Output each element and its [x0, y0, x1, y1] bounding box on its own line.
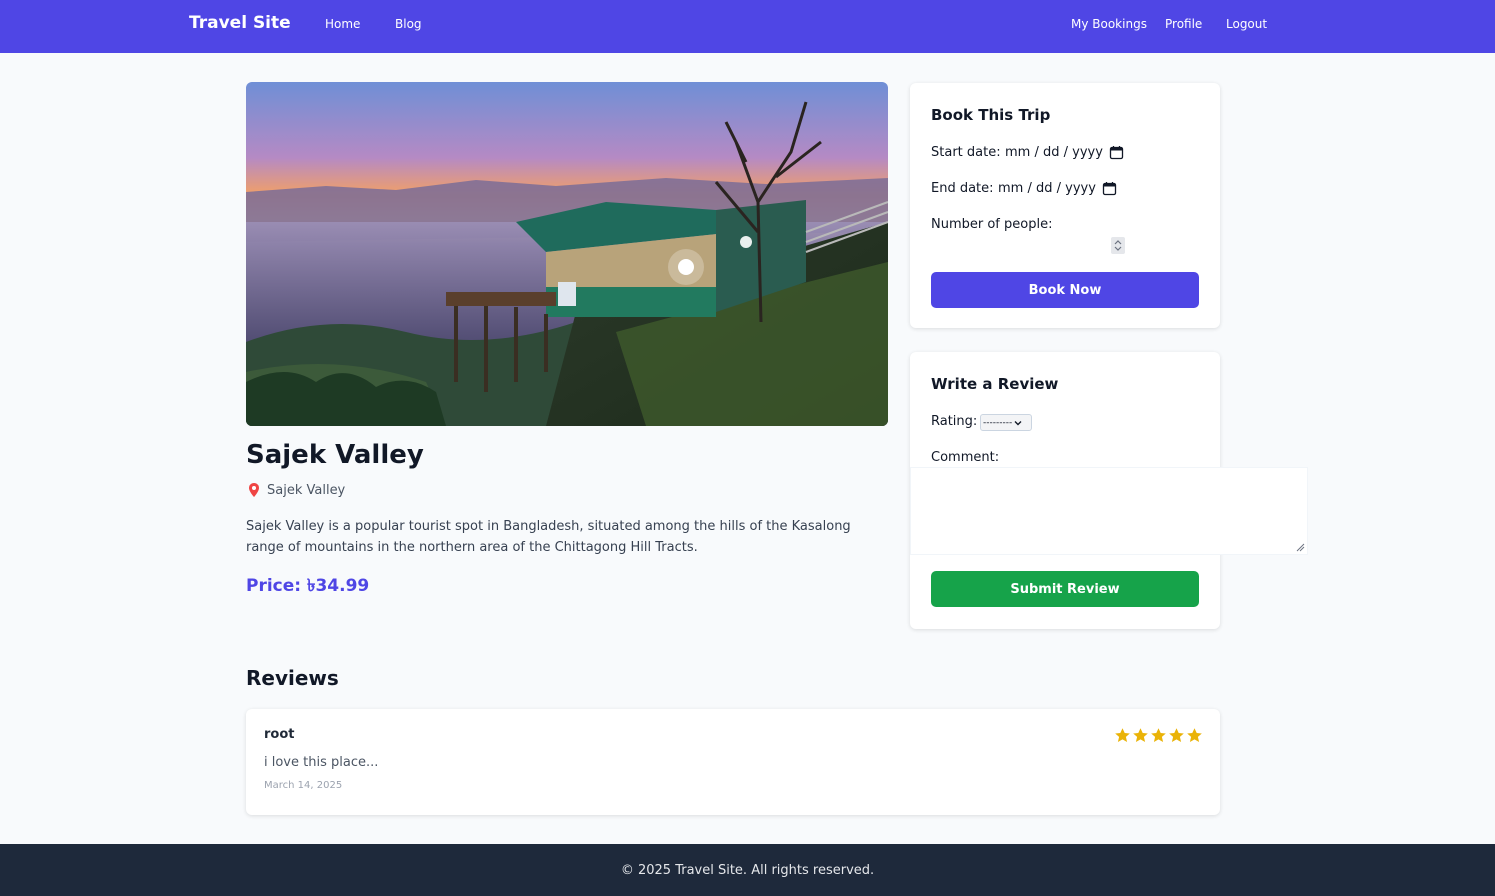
review-form-title: Write a Review	[931, 375, 1059, 393]
nav-link-my-bookings[interactable]: My Bookings	[1071, 17, 1147, 31]
map-pin-icon	[249, 483, 259, 497]
end-date-label: End date:	[931, 181, 994, 196]
navbar: Travel Site Home Blog My Bookings Profil…	[0, 0, 1495, 53]
star-icon	[1133, 728, 1148, 742]
start-date-placeholder: mm / dd / yyyy	[1005, 145, 1103, 160]
rating-select[interactable]: ---------	[980, 414, 1032, 431]
comment-textarea[interactable]	[910, 467, 1308, 555]
calendar-icon[interactable]	[1102, 181, 1117, 196]
star-icon	[1115, 728, 1130, 742]
resize-handle-icon[interactable]	[1296, 543, 1305, 552]
calendar-icon[interactable]	[1109, 145, 1124, 160]
submit-review-button[interactable]: Submit Review	[931, 571, 1199, 607]
review-date: March 14, 2025	[264, 780, 343, 791]
price: Price: ৳34.99	[246, 576, 370, 596]
star-icon	[1151, 728, 1166, 742]
review-comment: i love this place...	[264, 755, 379, 770]
location-text: Sajek Valley	[267, 482, 346, 498]
start-date-label: Start date:	[931, 145, 1001, 160]
footer-copyright: © 2025 Travel Site. All rights reserved.	[620, 862, 875, 878]
people-number-input[interactable]	[1111, 237, 1125, 254]
people-label: Number of people:	[931, 217, 1053, 232]
booking-card: Book This Trip Start date: mm / dd / yyy…	[910, 83, 1220, 328]
book-now-button[interactable]: Book Now	[931, 272, 1199, 308]
booking-card-title: Book This Trip	[931, 106, 1051, 124]
comment-label: Comment:	[931, 450, 1000, 465]
start-date-input[interactable]: mm / dd / yyyy	[1005, 145, 1124, 160]
footer: © 2025 Travel Site. All rights reserved.	[0, 844, 1495, 896]
star-icon	[1187, 728, 1202, 742]
place-title: Sajek Valley	[246, 440, 424, 470]
review-username: root	[264, 727, 295, 742]
place-description: Sajek Valley is a popular tourist spot i…	[246, 519, 851, 555]
rating-label: Rating:	[931, 414, 978, 429]
nav-link-profile[interactable]: Profile	[1165, 17, 1202, 31]
brand-logo[interactable]: Travel Site	[189, 13, 291, 33]
location-row: Sajek Valley	[246, 481, 345, 499]
nav-link-logout[interactable]: Logout	[1226, 17, 1267, 31]
chevron-down-icon	[1014, 420, 1022, 425]
nav-link-blog[interactable]: Blog	[395, 17, 422, 31]
place-image	[246, 82, 888, 426]
end-date-input[interactable]: mm / dd / yyyy	[998, 181, 1117, 196]
rating-select-value: ---------	[983, 417, 1013, 428]
review-card: root i love this place... March 14, 2025	[246, 709, 1220, 815]
spinner-arrows-icon[interactable]	[1111, 237, 1125, 254]
nav-link-home[interactable]: Home	[325, 17, 360, 31]
end-date-placeholder: mm / dd / yyyy	[998, 181, 1096, 196]
review-rating-stars	[1113, 727, 1203, 744]
star-icon	[1169, 728, 1184, 742]
reviews-heading: Reviews	[246, 666, 339, 690]
